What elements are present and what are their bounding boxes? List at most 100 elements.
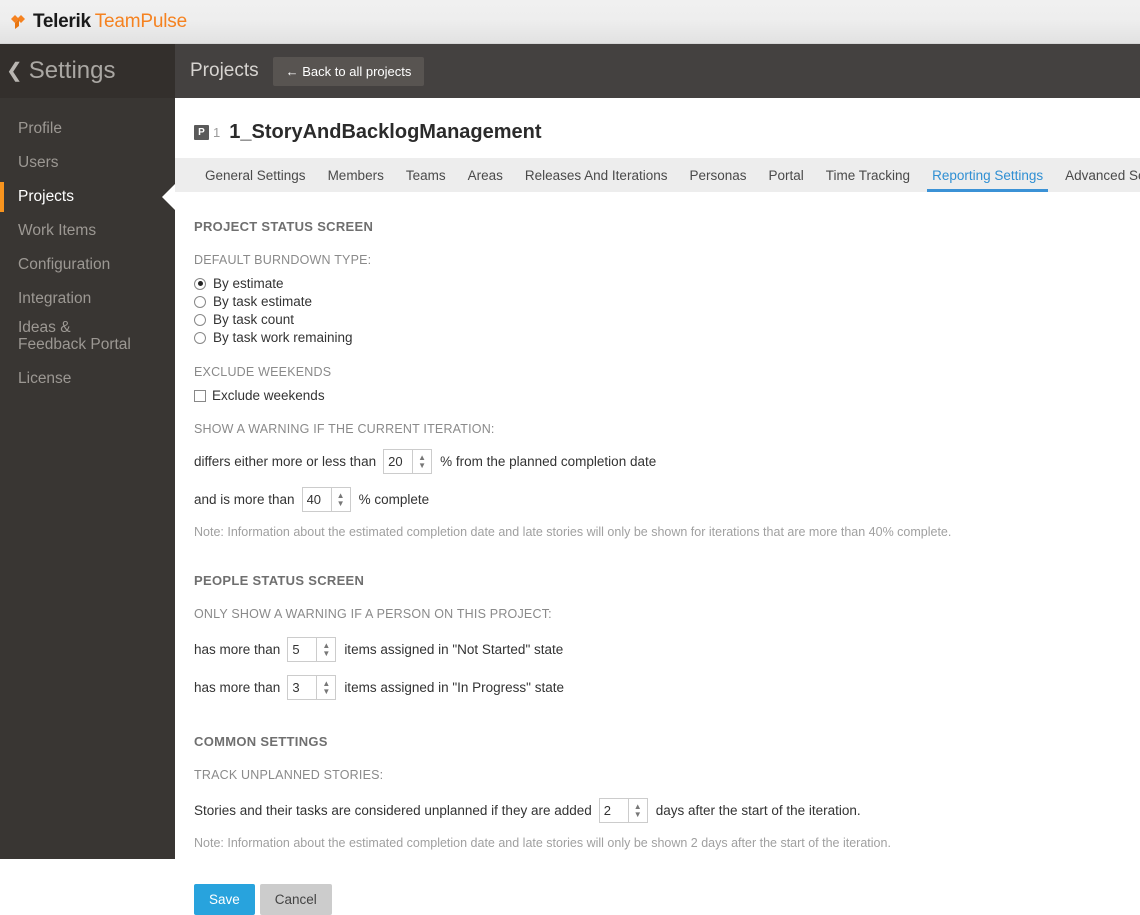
tab-label: Time Tracking — [825, 167, 911, 183]
not-started-input[interactable] — [287, 637, 317, 662]
common-settings-section-title: COMMON SETTINGS — [194, 734, 328, 749]
tab-reporting-settings[interactable]: Reporting Settings — [921, 158, 1054, 192]
in-progress-prefix: has more than — [194, 680, 281, 695]
tab-members[interactable]: Members — [317, 158, 395, 192]
tab-releases-and-iterations[interactable]: Releases And Iterations — [514, 158, 679, 192]
tab-teams[interactable]: Teams — [395, 158, 457, 192]
sidebar-item-integration[interactable]: Integration — [0, 282, 175, 316]
main-area: Projects ← Back to all projects P 1 1_St… — [175, 44, 1140, 915]
tab-label: Releases And Iterations — [524, 167, 668, 183]
brand-name-secondary: TeamPulse — [94, 10, 187, 32]
settings-tabs: General Settings Members Teams Areas Rel… — [175, 158, 1140, 192]
in-progress-input[interactable] — [287, 675, 317, 700]
settings-content: P 1 1_StoryAndBacklogManagement General … — [175, 98, 1140, 915]
iteration-complete-suffix: % complete — [358, 492, 430, 507]
tab-areas[interactable]: Areas — [457, 158, 514, 192]
sidebar-item-configuration[interactable]: Configuration — [0, 248, 175, 282]
radio-indicator[interactable] — [194, 277, 206, 290]
sidebar-item-work-items[interactable]: Work Items — [0, 214, 175, 248]
sidebar-item-projects[interactable]: Projects — [0, 180, 175, 214]
default-burndown-type-label: DEFAULT BURNDOWN TYPE: — [194, 253, 372, 267]
sidebar-item-ideas-feedback-portal[interactable]: Ideas & Feedback Portal — [0, 316, 175, 362]
back-to-all-projects-button[interactable]: ← Back to all projects — [272, 56, 425, 86]
iteration-complete-input[interactable] — [301, 487, 331, 512]
form-actions: Save Cancel — [194, 884, 1140, 915]
sidebar-nav: Profile Users Projects Work Items Config… — [0, 98, 175, 396]
telerik-diamond-icon — [10, 13, 28, 31]
unplanned-days-stepper[interactable]: ▲ ▼ — [598, 798, 648, 823]
checkbox-label: Exclude weekends — [212, 388, 325, 403]
page-topbar: Projects ← Back to all projects — [175, 44, 1140, 98]
unplanned-days-input[interactable] — [598, 798, 628, 823]
cancel-button[interactable]: Cancel — [259, 884, 332, 915]
radio-label: By task estimate — [213, 294, 313, 309]
iteration-complete-spin-buttons[interactable]: ▲ ▼ — [330, 487, 351, 512]
tab-general-settings[interactable]: General Settings — [194, 158, 317, 192]
chevron-down-icon[interactable]: ▼ — [418, 461, 426, 470]
not-started-row: has more than ▲ ▼ items assigned in "Not… — [194, 637, 1140, 662]
exclude-weekends-checkbox-row[interactable]: Exclude weekends — [194, 388, 1140, 403]
radio-by-task-count[interactable]: By task count — [194, 311, 1140, 328]
iteration-warning-label: SHOW A WARNING IF THE CURRENT ITERATION: — [194, 422, 495, 436]
sidebar-item-users[interactable]: Users — [0, 146, 175, 180]
sidebar-item-label: Ideas & Feedback Portal — [18, 319, 131, 353]
not-started-prefix: has more than — [194, 642, 281, 657]
radio-label: By task count — [213, 312, 295, 327]
radio-label: By estimate — [213, 276, 284, 291]
sidebar-item-label: Projects — [18, 188, 74, 205]
iteration-variance-spin-buttons[interactable]: ▲ ▼ — [412, 449, 433, 474]
iteration-variance-row: differs either more or less than ▲ ▼ % f… — [194, 449, 1140, 474]
in-progress-row: has more than ▲ ▼ items assigned in "In … — [194, 675, 1140, 700]
exclude-weekends-label: EXCLUDE WEEKENDS — [194, 365, 332, 379]
radio-indicator[interactable] — [194, 295, 206, 308]
app-logo[interactable]: Telerik TeamPulse — [0, 11, 187, 33]
sidebar-item-profile[interactable]: Profile — [0, 112, 175, 146]
radio-indicator[interactable] — [194, 331, 206, 344]
checkbox-indicator[interactable] — [194, 389, 206, 402]
chevron-left-icon[interactable]: ❮ — [6, 61, 23, 81]
iteration-complete-stepper[interactable]: ▲ ▼ — [301, 487, 351, 512]
save-button[interactable]: Save — [194, 884, 255, 915]
unplanned-days-row: Stories and their tasks are considered u… — [194, 798, 1140, 823]
chevron-down-icon[interactable]: ▼ — [322, 649, 330, 658]
iteration-complete-prefix: and is more than — [194, 492, 295, 507]
tab-label: Areas — [467, 167, 503, 183]
not-started-spin-buttons[interactable]: ▲ ▼ — [316, 637, 337, 662]
radio-by-estimate[interactable]: By estimate — [194, 275, 1140, 292]
in-progress-stepper[interactable]: ▲ ▼ — [287, 675, 337, 700]
tab-label: Portal — [768, 167, 804, 183]
track-unplanned-stories-label: TRACK UNPLANNED STORIES: — [194, 768, 384, 782]
project-type-icon: P — [194, 125, 209, 140]
radio-label: By task work remaining — [213, 330, 353, 345]
brand-bar: Telerik TeamPulse — [0, 0, 1140, 44]
tab-label: Advanced Settings — [1065, 167, 1140, 183]
chevron-down-icon[interactable]: ▼ — [337, 499, 345, 508]
settings-sidebar: ❮ Settings Profile Users Projects Work I… — [0, 44, 175, 859]
in-progress-suffix: items assigned in "In Progress" state — [344, 680, 564, 695]
chevron-down-icon[interactable]: ▼ — [634, 810, 642, 819]
radio-by-task-work-remaining[interactable]: By task work remaining — [194, 329, 1140, 346]
tab-label: Reporting Settings — [932, 167, 1044, 183]
tab-personas[interactable]: Personas — [678, 158, 757, 192]
project-status-note: Note: Information about the estimated co… — [194, 525, 952, 539]
sidebar-header[interactable]: ❮ Settings — [0, 44, 175, 98]
radio-indicator[interactable] — [194, 313, 206, 326]
burndown-type-radio-group: By estimate By task estimate By task cou… — [194, 275, 1140, 346]
iteration-complete-row: and is more than ▲ ▼ % complete — [194, 487, 1140, 512]
sidebar-item-license[interactable]: License — [0, 362, 175, 396]
iteration-variance-stepper[interactable]: ▲ ▼ — [383, 449, 433, 474]
tab-portal[interactable]: Portal — [758, 158, 815, 192]
sidebar-item-label: Work Items — [18, 222, 97, 239]
radio-by-task-estimate[interactable]: By task estimate — [194, 293, 1140, 310]
tab-time-tracking[interactable]: Time Tracking — [815, 158, 921, 192]
unplanned-days-spin-buttons[interactable]: ▲ ▼ — [627, 798, 648, 823]
sidebar-item-label: Users — [18, 154, 59, 171]
not-started-stepper[interactable]: ▲ ▼ — [287, 637, 337, 662]
iteration-variance-input[interactable] — [383, 449, 413, 474]
tab-advanced-settings[interactable]: Advanced Settings — [1054, 158, 1140, 192]
sidebar-title: Settings — [28, 57, 116, 84]
sidebar-item-label: Profile — [18, 120, 62, 137]
in-progress-spin-buttons[interactable]: ▲ ▼ — [316, 675, 337, 700]
chevron-down-icon[interactable]: ▼ — [322, 687, 330, 696]
unplanned-days-suffix: days after the start of the iteration. — [655, 803, 861, 818]
